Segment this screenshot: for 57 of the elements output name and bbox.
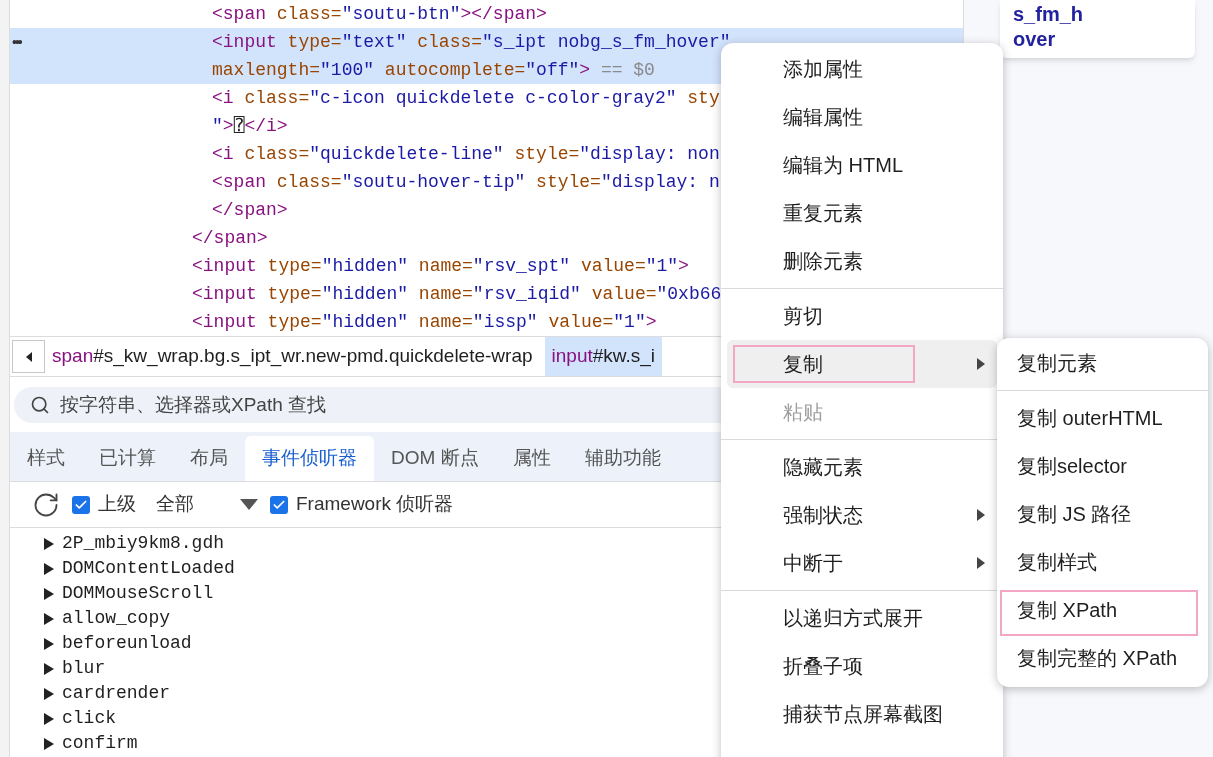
dropdown-arrow-icon [240, 499, 258, 510]
code-line: <input type="hidden" name="rsv_iqid" value="0xb66 [192, 282, 722, 306]
caret-left-icon [25, 351, 32, 362]
tab[interactable]: 事件侦听器 [245, 436, 374, 481]
code-line: <i class="quickdelete-line" style="display: non [212, 142, 720, 166]
tab[interactable]: 已计算 [82, 436, 173, 481]
menu-item[interactable]: 强制状态 [727, 491, 997, 539]
expand-arrow-icon [44, 687, 54, 700]
expand-arrow-icon [44, 587, 54, 600]
code-line: <i class="c-icon quickdelete c-color-gray2" sty [212, 86, 720, 110]
menu-item[interactable]: 剪切 [727, 292, 997, 340]
menu-item[interactable]: 复制元素 [997, 339, 1208, 387]
menu-item[interactable]: 复制样式 [997, 538, 1208, 586]
menu-item[interactable]: 复制selector [997, 442, 1208, 490]
tab[interactable]: 样式 [10, 436, 82, 481]
checkbox-label: Framework 侦听器 [296, 492, 454, 517]
more-actions[interactable]: ••• [12, 31, 21, 53]
submenu-arrow-icon [977, 358, 985, 370]
tab[interactable]: 布局 [173, 436, 245, 481]
search-icon [30, 394, 50, 415]
code-line: <input type="hidden" name="rsv_spt" value="1"> [192, 254, 689, 278]
menu-item[interactable]: 复制 JS 路径 [997, 490, 1208, 538]
tab[interactable]: DOM 断点 [374, 436, 496, 481]
expand-arrow-icon [44, 637, 54, 650]
expand-arrow-icon [44, 712, 54, 725]
submenu-arrow-icon [977, 509, 985, 521]
code-line: <input type="hidden" name="issp" value="1"> [192, 310, 657, 334]
tab[interactable]: 辅助功能 [567, 436, 678, 481]
menu-item[interactable]: 删除元素 [727, 237, 997, 285]
menu-item[interactable]: 编辑属性 [727, 93, 997, 141]
code-line: <span class="soutu-hover-tip" style="display: n [212, 170, 720, 194]
menu-item[interactable]: 重复元素 [727, 189, 997, 237]
breadcrumb[interactable]: span#s_kw_wrap.bg.s_ipt_wr.new-pmd.quickdelete-wrap [45, 337, 540, 376]
checkbox[interactable] [72, 495, 90, 514]
submenu-arrow-icon [977, 557, 985, 569]
expand-arrow-icon [44, 562, 54, 575]
checkbox[interactable] [270, 495, 288, 514]
expand-arrow-icon [44, 662, 54, 675]
code-line: </span> [192, 226, 268, 250]
checkbox-label: 上级 [98, 492, 136, 517]
menu-item[interactable]: 复制完整的 XPath [997, 634, 1208, 682]
code-line: ">⍰</i> [212, 114, 288, 138]
code-line: </span> [212, 198, 288, 222]
expand-arrow-icon [44, 537, 54, 550]
menu-item[interactable]: 复制 outerHTML [997, 394, 1208, 442]
code-line: <span class="soutu-btn"></span> [212, 2, 547, 26]
tab[interactable]: 属性 [495, 436, 568, 481]
breadcrumb[interactable]: input#kw.s_i [544, 337, 663, 376]
menu-item[interactable]: 复制 [727, 340, 997, 388]
expand-arrow-icon [44, 612, 54, 625]
scroll-left-button[interactable] [12, 340, 45, 373]
tooltip: s_fm_h over [1000, 0, 1195, 58]
menu-item[interactable]: 编辑为 HTML [727, 141, 997, 189]
menu-item[interactable]: 隐藏元素 [727, 443, 997, 491]
filter-dropdown[interactable]: 全部 [156, 490, 258, 519]
expand-arrow-icon [44, 737, 54, 750]
code-line: maxlength="100" autocomplete="off"> == $0 [212, 58, 655, 82]
